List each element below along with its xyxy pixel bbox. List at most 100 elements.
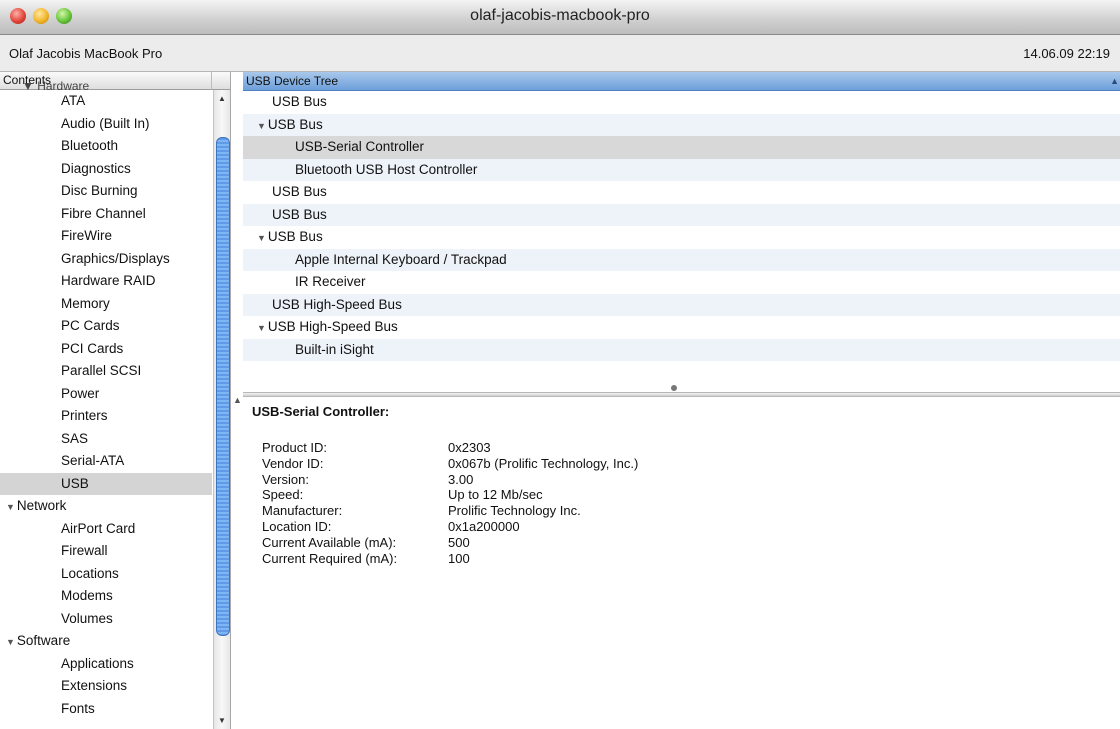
sidebar-group-label: Network [16, 498, 67, 513]
scroll-down-arrow-icon[interactable]: ▼ [218, 716, 226, 725]
sidebar-item-sas[interactable]: SAS [0, 428, 212, 451]
detail-value: 100 [448, 550, 470, 566]
tree-row-apple-internal-keyboard-trackpad[interactable]: Apple Internal Keyboard / Trackpad [243, 248, 1120, 271]
tree-row-label: Bluetooth USB Host Controller [295, 161, 478, 177]
info-bar: Olaf Jacobis MacBook Pro 14.06.09 22:19 [0, 35, 1120, 72]
detail-row: Version: 3.00 [262, 472, 638, 488]
main-content: USB Device Tree ▲ USB Bus ▼ USB Bus USB-Ser… [231, 72, 1120, 729]
tree-row-built-in-isight[interactable]: Built-in iSight [243, 338, 1120, 361]
sidebar-item-fibre-channel[interactable]: Fibre Channel [0, 203, 212, 226]
tree-row-usb-bus[interactable]: ▼ USB Bus [243, 226, 1120, 249]
usb-tree-header[interactable]: USB Device Tree ▲ [243, 72, 1120, 91]
sidebar-item-firewall[interactable]: Firewall [0, 540, 212, 563]
detail-label: Current Available (mA): [262, 534, 397, 550]
tree-row-usb-bus[interactable]: USB Bus [243, 181, 1120, 204]
sidebar-item-audio-built-in[interactable]: Audio (Built In) [0, 113, 212, 136]
tree-row-usb-bus[interactable]: ▼ USB Bus [243, 113, 1120, 136]
sidebar-group-label: Software [16, 633, 71, 648]
sidebar-item-extensions[interactable]: Extensions [0, 675, 212, 698]
detail-value: 0x2303 [448, 440, 491, 455]
sidebar-item-volumes[interactable]: Volumes [0, 608, 212, 631]
split-handle-icon[interactable] [671, 385, 677, 391]
disclosure-triangle-icon[interactable]: ▼ [257, 233, 266, 243]
header-corner [212, 72, 230, 90]
machine-name: Olaf Jacobis MacBook Pro [9, 46, 163, 61]
scroll-up-arrow-icon[interactable]: ▲ [218, 94, 226, 103]
tree-row-bluetooth-usb-host-controller[interactable]: Bluetooth USB Host Controller [243, 158, 1120, 181]
sidebar-item-firewire[interactable]: FireWire [0, 225, 212, 248]
sidebar-item-disc-burning[interactable]: Disc Burning [0, 180, 212, 203]
sidebar-item-printers[interactable]: Printers [0, 405, 212, 428]
usb-device-tree: USB Bus ▼ USB Bus USB-Serial Controller Blue… [243, 91, 1120, 361]
tree-row-usb-bus[interactable]: USB Bus [243, 91, 1120, 114]
tree-row-usb-serial-controller[interactable]: USB-Serial Controller [243, 136, 1120, 159]
sidebar-item-fonts[interactable]: Fonts [0, 698, 212, 721]
detail-row: Product ID: 0x2303 [262, 440, 638, 456]
tree-header-label: USB Device Tree [246, 74, 339, 88]
detail-label: Version: [262, 471, 309, 487]
sidebar-group-hardware-partial[interactable]: ▼ Hardware [22, 79, 89, 93]
sidebar-item-bluetooth[interactable]: Bluetooth [0, 135, 212, 158]
sidebar-scroll-thumb[interactable] [216, 137, 230, 636]
detail-value: Up to 12 Mb/sec [448, 487, 543, 503]
detail-row: Current Available (mA): 500 [262, 535, 638, 551]
disclosure-triangle-icon[interactable]: ▼ [6, 502, 15, 512]
disclosure-triangle-icon[interactable]: ▼ [257, 121, 266, 131]
contents-list: ▼ Hardware ATA Audio (Built In) Bluetooth Di… [0, 79, 212, 721]
title-bar: olaf-jacobis-macbook-pro [0, 0, 1120, 35]
detail-row: Location ID: 0x1a200000 [262, 519, 638, 535]
sidebar-item-parallel-scsi[interactable]: Parallel SCSI [0, 360, 212, 383]
sidebar-scrollbar[interactable]: ▲ ▼ [213, 90, 230, 729]
detail-row: Vendor ID: 0x067b (Prolific Technology, I… [262, 456, 638, 472]
disclosure-triangle-icon[interactable]: ▼ [6, 637, 15, 647]
tree-row-label: USB Bus [272, 94, 327, 109]
sidebar-item-locations[interactable]: Locations [0, 563, 212, 586]
disclosure-triangle-icon[interactable]: ▼ [257, 323, 266, 333]
detail-label: Current Required (mA): [262, 550, 398, 566]
detail-label: Speed: [262, 487, 304, 503]
detail-pane: USB-Serial Controller: Product ID: 0x2303… [243, 398, 1120, 729]
detail-label: Manufacturer: [262, 503, 343, 519]
detail-value: Prolific Technology Inc. [448, 503, 581, 519]
sidebar-item-serial-ata[interactable]: Serial-ATA [0, 450, 212, 473]
tree-row-usb-bus[interactable]: USB Bus [243, 203, 1120, 226]
sidebar-item-pci-cards[interactable]: PCI Cards [0, 338, 212, 361]
tree-row-label: USB Bus [267, 116, 323, 132]
detail-row: Current Required (mA): 100 [262, 551, 638, 567]
tree-row-label: USB Bus [272, 206, 327, 222]
detail-label: Location ID: [262, 518, 332, 534]
window-title: olaf-jacobis-macbook-pro [470, 7, 650, 24]
tree-row-usb-high-speed-bus[interactable]: ▼ USB High-Speed Bus [243, 316, 1120, 339]
sidebar-group-software[interactable]: ▼ Software [0, 630, 212, 653]
sidebar-item-airport-card[interactable]: AirPort Card [0, 518, 212, 541]
sort-arrow-icon[interactable]: ▲ [1110, 72, 1119, 90]
sidebar-item-applications[interactable]: Applications [0, 653, 212, 676]
sidebar-item-graphics-displays[interactable]: Graphics/Displays [0, 248, 212, 271]
tree-row-label: USB High-Speed Bus [272, 296, 402, 312]
pane-splitter[interactable] [243, 392, 1120, 397]
tree-row-label: Built-in iSight [295, 341, 374, 357]
detail-value: 0x1a200000 [448, 518, 520, 534]
detail-label: Vendor ID: [262, 455, 324, 471]
report-datetime: 14.06.09 22:19 [1023, 46, 1110, 61]
sidebar-item-memory[interactable]: Memory [0, 293, 212, 316]
tree-row-label: USB Bus [272, 184, 327, 199]
detail-label: Product ID: [262, 440, 328, 455]
contents-sidebar: Contents ▼ Hardware ATA Audio (Built In) Bl… [0, 72, 231, 729]
sidebar-item-hardware-raid[interactable]: Hardware RAID [0, 270, 212, 293]
sidebar-item-usb[interactable]: USB [0, 472, 212, 495]
tree-row-usb-high-speed-bus[interactable]: USB High-Speed Bus [243, 293, 1120, 316]
tree-row-label: USB High-Speed Bus [267, 319, 398, 334]
sidebar-item-power[interactable]: Power [0, 383, 212, 406]
tree-row-label: Apple Internal Keyboard / Trackpad [295, 251, 507, 267]
sidebar-item-pc-cards[interactable]: PC Cards [0, 315, 212, 338]
sidebar-item-ata[interactable]: ATA [0, 90, 212, 113]
tree-row-label: USB Bus [267, 229, 323, 244]
tree-row-ir-receiver[interactable]: IR Receiver [243, 271, 1120, 294]
sidebar-group-network[interactable]: ▼ Network [0, 495, 212, 518]
collapse-icon[interactable]: ▲ [233, 395, 242, 405]
sidebar-item-modems[interactable]: Modems [0, 585, 212, 608]
tree-row-label: IR Receiver [295, 274, 366, 289]
sidebar-item-diagnostics[interactable]: Diagnostics [0, 158, 212, 181]
detail-value: 0x067b (Prolific Technology, Inc.) [448, 455, 639, 471]
